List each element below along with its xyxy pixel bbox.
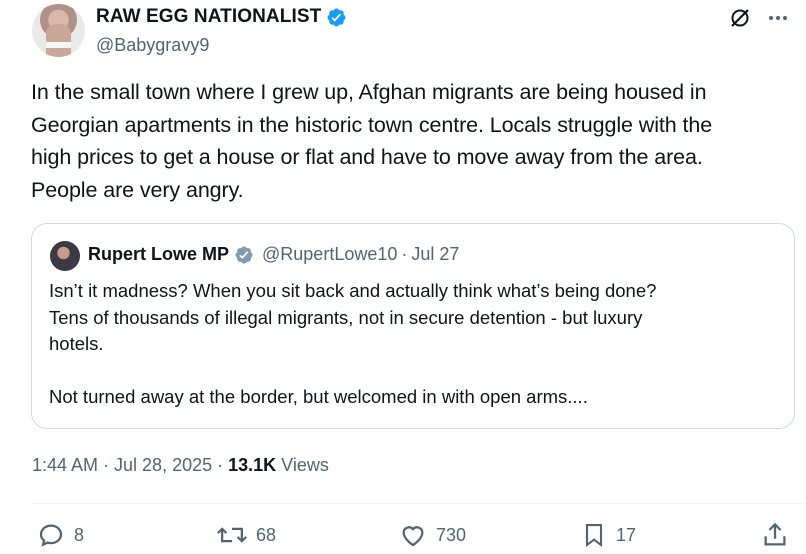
- views-count: 13.1K: [228, 455, 277, 475]
- repost-count: 68: [256, 524, 277, 545]
- tweet-top-actions: [728, 6, 790, 30]
- more-icon[interactable]: [766, 6, 790, 30]
- repost-button[interactable]: 68: [216, 520, 276, 550]
- like-count: 730: [436, 524, 467, 545]
- quoted-separator: ·: [401, 244, 408, 264]
- reply-icon: [39, 524, 63, 547]
- share-icon: [764, 522, 786, 546]
- author-handle[interactable]: @Babygravy9: [96, 35, 209, 56]
- verified-badge-icon: [327, 8, 346, 26]
- quoted-verified-badge-icon: [235, 245, 253, 264]
- quoted-tweet-header: Rupert Lowe MP @RupertLowe10 · Jul 27: [88, 244, 459, 265]
- reply-button[interactable]: 8: [36, 520, 84, 550]
- quoted-tweet-card[interactable]: Rupert Lowe MP @RupertLowe10 · Jul 27 Is…: [31, 223, 795, 429]
- share-button[interactable]: [760, 520, 790, 550]
- avatar-detail: [46, 42, 71, 48]
- tweet-timestamp[interactable]: 1:44 AM · Jul 28, 2025 ·: [32, 455, 223, 476]
- bookmark-icon: [585, 524, 603, 548]
- tweet-meta: 1:44 AM · Jul 28, 2025 · 13.1K Views: [32, 455, 329, 476]
- quoted-author-avatar: [50, 241, 80, 271]
- grok-icon[interactable]: [728, 6, 752, 30]
- reply-count: 8: [74, 524, 85, 545]
- tweet-text: In the small town where I grew up, Afgha…: [31, 80, 713, 202]
- quoted-author-handle: @RupertLowe10: [262, 244, 398, 264]
- repost-icon: [217, 527, 247, 543]
- author-avatar[interactable]: [32, 4, 85, 57]
- bookmark-count: 17: [616, 524, 637, 545]
- like-icon: [402, 526, 424, 547]
- tweet-action-bar: 8 68 730 17: [0, 520, 806, 552]
- author-name-row: RAW EGG NATIONALIST: [96, 6, 347, 28]
- views-label: Views: [281, 455, 329, 475]
- bookmark-button[interactable]: 17: [580, 520, 636, 550]
- quoted-author-name: Rupert Lowe MP: [88, 244, 230, 264]
- author-display-name[interactable]: RAW EGG NATIONALIST: [96, 6, 321, 28]
- like-button[interactable]: 730: [398, 520, 466, 550]
- quoted-date: Jul 27: [411, 244, 460, 264]
- quoted-tweet-text: Isn’t it madness? When you sit back and …: [49, 280, 657, 407]
- avatar-figure: [46, 24, 71, 57]
- divider: [31, 503, 806, 504]
